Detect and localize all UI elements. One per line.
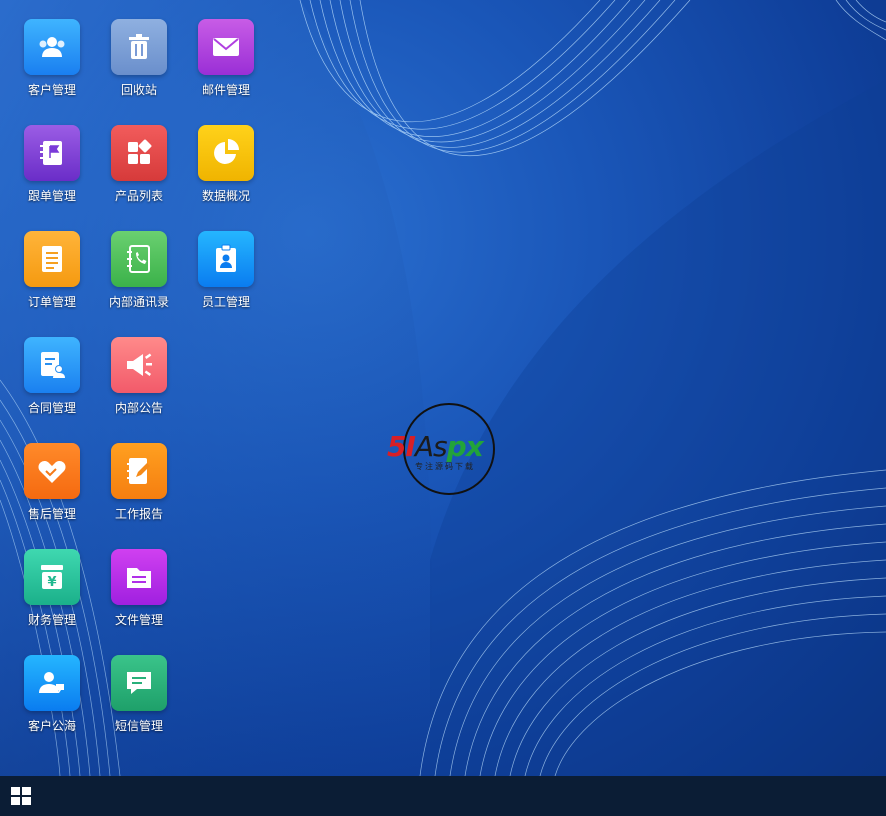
- contract-icon: [41, 352, 65, 378]
- handshake-icon: [38, 460, 66, 483]
- icon-tile[interactable]: [111, 125, 167, 181]
- mail-icon: [213, 38, 239, 56]
- desktop-icon-folder[interactable]: 文件管理: [96, 549, 182, 645]
- desktop-icon-mail[interactable]: 邮件管理: [183, 19, 269, 115]
- desktop: 客户管理 回收站 邮件管理跟单管理 产品列表 数据概况订单管理 内部通讯录 员工管理合同管理…: [0, 0, 886, 776]
- svg-text:¥: ¥: [47, 575, 56, 590]
- icon-tile[interactable]: [198, 19, 254, 75]
- icon-label: 订单管理: [27, 295, 76, 309]
- icon-tile[interactable]: [111, 19, 167, 75]
- icon-label: 数据概况: [201, 189, 250, 203]
- folder-icon: [127, 568, 151, 588]
- customer-pool-icon: [39, 672, 64, 693]
- icon-label: 邮件管理: [201, 83, 250, 97]
- trash-icon: [129, 34, 149, 59]
- icon-tile[interactable]: [198, 125, 254, 181]
- icon-label: 客户管理: [27, 83, 76, 97]
- shapes-icon: [128, 139, 152, 164]
- desktop-icon-id-badge[interactable]: 员工管理: [183, 231, 269, 327]
- notebook-flag-icon: [40, 141, 62, 165]
- phone-book-icon: [127, 245, 150, 273]
- icon-tile[interactable]: [24, 443, 80, 499]
- desktop-icon-pie-chart[interactable]: 数据概况: [183, 125, 269, 221]
- desktop-icon-notebook-flag[interactable]: 跟单管理: [9, 125, 95, 221]
- desktop-icon-megaphone[interactable]: 内部公告: [96, 337, 182, 433]
- icon-tile[interactable]: ¥: [24, 549, 80, 605]
- desktop-icon-message[interactable]: 短信管理: [96, 655, 182, 751]
- logo-subtitle: 专注源码下载: [415, 462, 475, 471]
- icon-label: 产品列表: [114, 189, 163, 203]
- desktop-icon-customer-pool[interactable]: 客户公海: [9, 655, 95, 751]
- icon-label: 售后管理: [27, 507, 76, 521]
- windows-icon[interactable]: [10, 786, 32, 806]
- message-icon: [127, 672, 151, 694]
- site-logo: 5IAspx 专注源码下载: [385, 402, 515, 495]
- icon-tile[interactable]: [111, 231, 167, 287]
- finance-icon: ¥: [41, 565, 63, 590]
- desktop-icon-shapes[interactable]: 产品列表: [96, 125, 182, 221]
- icon-label: 跟单管理: [27, 189, 76, 203]
- icon-label: 员工管理: [201, 295, 250, 309]
- id-badge-icon: [216, 244, 236, 272]
- desktop-icon-handshake[interactable]: 售后管理: [9, 443, 95, 539]
- document-icon: [42, 246, 62, 272]
- icon-tile[interactable]: [24, 337, 80, 393]
- desktop-icon-contract[interactable]: 合同管理: [9, 337, 95, 433]
- icon-tile[interactable]: [111, 655, 167, 711]
- icon-label: 工作报告: [114, 507, 163, 521]
- icon-label: 合同管理: [27, 401, 76, 415]
- desktop-icon-document[interactable]: 订单管理: [9, 231, 95, 327]
- megaphone-icon: [127, 353, 152, 376]
- icon-tile[interactable]: [24, 125, 80, 181]
- logo-text-red: 5I: [387, 430, 416, 463]
- icon-label: 内部公告: [114, 401, 163, 415]
- report-pen-icon: [127, 458, 150, 484]
- icon-tile[interactable]: [24, 231, 80, 287]
- desktop-icon-report-pen[interactable]: 工作报告: [96, 443, 182, 539]
- icon-tile[interactable]: [111, 337, 167, 393]
- icon-label: 回收站: [120, 83, 157, 97]
- icon-label: 内部通讯录: [108, 295, 169, 309]
- taskbar: [0, 776, 886, 816]
- icon-label: 文件管理: [114, 613, 163, 627]
- icon-tile[interactable]: [24, 19, 80, 75]
- logo-text-green: px: [446, 430, 484, 463]
- logo-text-dark: As: [414, 430, 448, 463]
- icon-tile[interactable]: [198, 231, 254, 287]
- desktop-icon-trash[interactable]: 回收站: [96, 19, 182, 115]
- icon-tile[interactable]: [111, 443, 167, 499]
- desktop-icon-finance[interactable]: ¥ 财务管理: [9, 549, 95, 645]
- desktop-icon-phone-book[interactable]: 内部通讯录: [96, 231, 182, 327]
- icon-tile[interactable]: [24, 655, 80, 711]
- icon-label: 短信管理: [114, 719, 163, 733]
- logo-wordmark: 5IAspx: [387, 430, 484, 463]
- desktop-icon-users[interactable]: 客户管理: [9, 19, 95, 115]
- users-icon: [39, 37, 65, 57]
- icon-tile[interactable]: [111, 549, 167, 605]
- icon-label: 财务管理: [27, 613, 76, 627]
- icon-label: 客户公海: [27, 719, 76, 733]
- pie-chart-icon: [214, 139, 239, 164]
